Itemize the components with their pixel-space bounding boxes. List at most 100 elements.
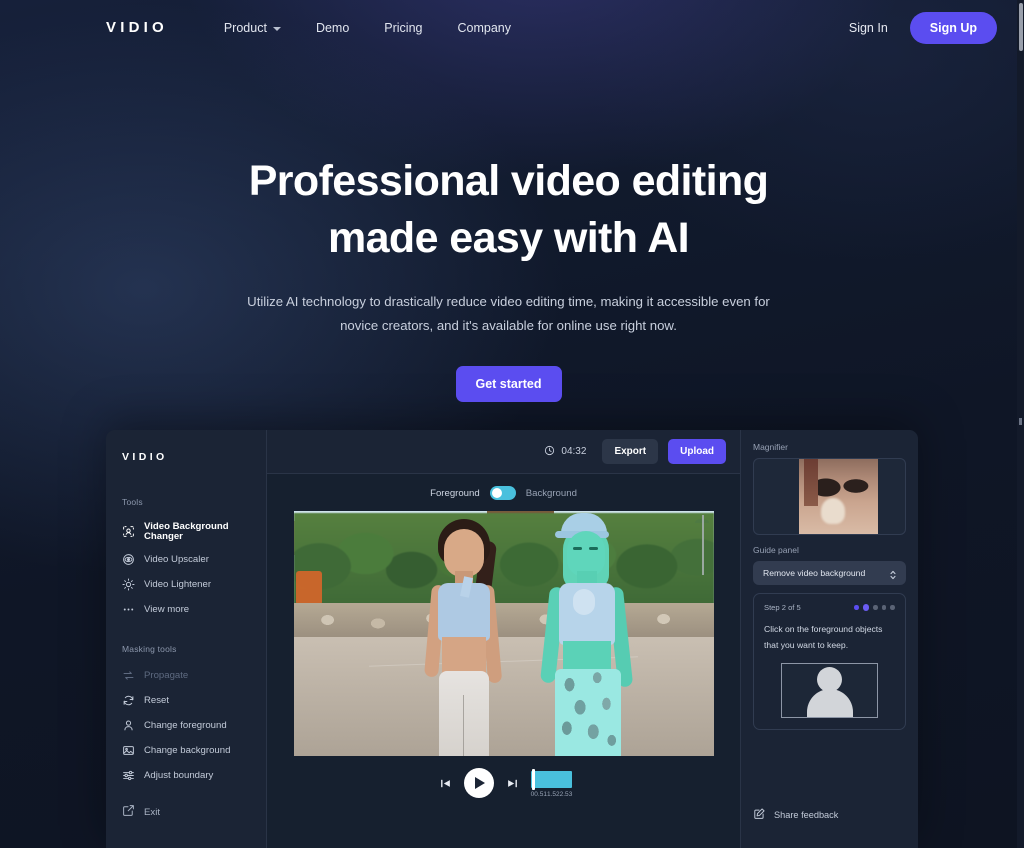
hero-subtitle: Utilize AI technology to drastically red… (247, 294, 770, 334)
timeline-ticks: 0 0.5 1 1.5 2 2.5 3 (531, 791, 573, 798)
foreground-object-thumbnail[interactable] (781, 662, 878, 718)
guide-task-select[interactable]: Remove video background (753, 561, 906, 585)
step-counter: Step 2 of 5 (764, 603, 801, 612)
sidebar-item-video-upscaler[interactable]: Video Upscaler (106, 547, 266, 572)
sidebar-item-label: Reset (144, 694, 170, 706)
eye-icon (122, 553, 135, 566)
export-button[interactable]: Export (602, 439, 659, 464)
landing-page: VIDIO Product Demo Pricing Company Sign … (0, 0, 1024, 848)
page-scrollbar-mark (1019, 418, 1022, 425)
get-started-button[interactable]: Get started (455, 365, 562, 402)
foreground-label: Foreground (430, 487, 480, 499)
sidebar-item-label: Propagate (144, 669, 189, 681)
guide-panel-label: Guide panel (753, 545, 799, 555)
sidebar-item-view-more[interactable]: View more (106, 597, 266, 622)
timeline-track[interactable] (530, 768, 573, 790)
sidebar-item-video-lightener[interactable]: Video Lightener (106, 572, 266, 597)
ellipsis-icon (122, 603, 135, 616)
app-right-panel: Magnifier Guide panel Remove video backg… (740, 430, 918, 848)
chevron-down-icon (272, 26, 281, 31)
step-dot-5[interactable] (890, 605, 895, 610)
video-orange-object (295, 571, 322, 605)
foreground-background-toggle[interactable] (489, 486, 516, 500)
guide-step-card: Step 2 of 5 Click on the foreground obje… (753, 593, 906, 730)
magnifier-label: Magnifier (753, 442, 788, 452)
nav-links: Product Demo Pricing Company (224, 21, 511, 35)
toggle-knob (491, 488, 502, 498)
hero-title-line-2: made easy with AI (327, 214, 690, 262)
nav-item-company[interactable]: Company (458, 21, 512, 35)
share-feedback-button[interactable]: Share feedback (753, 807, 838, 822)
nav-item-company-label: Company (457, 20, 512, 35)
page-scrollbar-thumb[interactable] (1019, 3, 1023, 51)
timeline-tick: 1.5 (546, 790, 557, 798)
upload-button[interactable]: Upload (668, 439, 726, 464)
play-icon (475, 777, 486, 789)
sidebar-item-propagate: Propagate (106, 663, 266, 688)
video-preview[interactable] (293, 511, 714, 756)
guide-instruction-line-2: that you want to keep. (764, 639, 849, 650)
timeline-playhead[interactable] (532, 768, 535, 790)
app-sidebar: VIDIO Tools Video Background Changer Vid… (106, 430, 267, 848)
timeline-tick: 3 (568, 790, 573, 798)
app-logo: VIDIO (122, 451, 168, 463)
sliders-icon (122, 769, 135, 782)
image-icon (122, 744, 135, 757)
edit-pencil-icon (753, 807, 766, 822)
nav-item-pricing-label: Pricing (384, 20, 423, 35)
timeline-tick: 2.5 (559, 790, 569, 798)
sidebar-item-label: Video Upscaler (144, 553, 209, 565)
guide-instruction-line-1: Click on the foreground objects (764, 624, 883, 634)
nav-item-product-label: Product (223, 20, 267, 35)
sidebar-item-change-background[interactable]: Change background (106, 738, 266, 763)
magnifier-preview (753, 458, 906, 535)
step-dot-3[interactable] (873, 605, 878, 610)
skip-forward-icon[interactable] (506, 777, 519, 790)
guide-step-header: Step 2 of 5 (764, 603, 895, 612)
sidebar-item-label: Video Lightener (144, 578, 212, 590)
nav-item-demo[interactable]: Demo (316, 21, 349, 35)
app-topbar: 04:32 Export Upload (267, 430, 740, 474)
editor-stage: Foreground Background 0 0.5 1 1.5 2 2.5 … (267, 474, 740, 848)
app-preview-window: VIDIO Tools Video Background Changer Vid… (106, 430, 918, 848)
top-navbar: VIDIO Product Demo Pricing Company Sign … (0, 0, 1017, 55)
sidebar-item-reset[interactable]: Reset (106, 688, 266, 713)
sidebar-item-change-foreground[interactable]: Change foreground (106, 713, 266, 738)
video-subject-left (422, 519, 518, 756)
sidebar-item-label: Video Background Changer (144, 521, 229, 542)
exit-label: Exit (144, 806, 160, 818)
step-dots (854, 604, 895, 611)
video-player-controls: 0 0.5 1 1.5 2 2.5 3 (420, 756, 587, 816)
sidebar-item-adjust-boundary[interactable]: Adjust boundary (106, 763, 266, 788)
sign-up-button[interactable]: Sign Up (909, 11, 997, 44)
sidebar-item-label: Change background (144, 744, 231, 756)
step-dot-4[interactable] (881, 605, 887, 610)
timer-value: 04:32 (561, 446, 587, 457)
video-palm-trunk (701, 515, 704, 575)
sign-in-link[interactable]: Sign In (849, 21, 888, 35)
person-icon (122, 719, 135, 732)
exit-button[interactable]: Exit (106, 798, 170, 826)
external-link-icon (122, 804, 135, 820)
nav-item-demo-label: Demo (315, 20, 350, 35)
brightness-icon (122, 578, 135, 591)
hero-section: Professional video editing made easy wit… (0, 160, 1017, 402)
avatar-head (817, 666, 842, 692)
magnifier-image (799, 459, 878, 534)
masking-section-label: Masking tools (122, 644, 177, 655)
site-logo[interactable]: VIDIO (106, 19, 168, 36)
sidebar-item-label: Adjust boundary (144, 769, 214, 781)
step-dot-2[interactable] (862, 604, 870, 611)
background-label: Background (525, 487, 577, 499)
video-subject-right-masked (537, 513, 647, 756)
play-button[interactable] (463, 768, 494, 798)
skip-back-icon[interactable] (439, 777, 452, 790)
nav-item-pricing[interactable]: Pricing (384, 21, 422, 35)
nav-item-product[interactable]: Product (224, 21, 281, 35)
tools-section-label: Tools (122, 497, 143, 507)
timeline-tick: 0.5 (534, 790, 544, 798)
propagate-arrows-icon (122, 669, 135, 682)
refresh-icon (122, 694, 135, 707)
sidebar-item-video-background-changer[interactable]: Video Background Changer (106, 516, 266, 547)
step-dot-1[interactable] (854, 605, 859, 610)
